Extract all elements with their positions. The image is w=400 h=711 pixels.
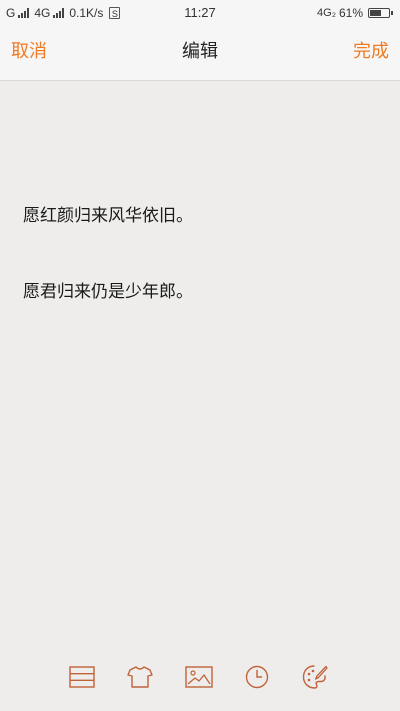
battery-fill <box>370 10 381 16</box>
image-icon <box>185 666 213 688</box>
tshirt-icon <box>127 666 153 688</box>
reminder-button[interactable] <box>242 662 272 692</box>
done-button[interactable]: 完成 <box>353 41 389 63</box>
note-line[interactable]: 愿红颜归来风华依旧。 <box>23 205 193 227</box>
note-editor[interactable]: 愿红颜归来风华依旧。 愿君归来仍是少年郎。 <box>0 81 400 651</box>
list-format-button[interactable] <box>67 662 97 692</box>
note-line[interactable]: 愿君归来仍是少年郎。 <box>23 281 193 303</box>
doodle-button[interactable] <box>300 662 330 692</box>
bottom-toolbar <box>0 655 400 700</box>
theme-button[interactable] <box>125 662 155 692</box>
page-title: 编辑 <box>182 41 218 62</box>
battery-percent: 61% <box>338 6 363 20</box>
network-type: 4G₂ <box>317 7 336 19</box>
status-bar: G 4G 0.1K/s S 11:27 4G₂ 61% <box>0 0 400 26</box>
list-format-icon <box>69 666 95 688</box>
clock-icon <box>245 665 269 689</box>
palette-icon <box>302 665 328 689</box>
nav-bar: 取消 编辑 完成 <box>0 26 400 81</box>
battery-icon <box>368 8 393 18</box>
insert-image-button[interactable] <box>184 662 214 692</box>
status-right: 4G₂ 61% <box>317 6 393 20</box>
